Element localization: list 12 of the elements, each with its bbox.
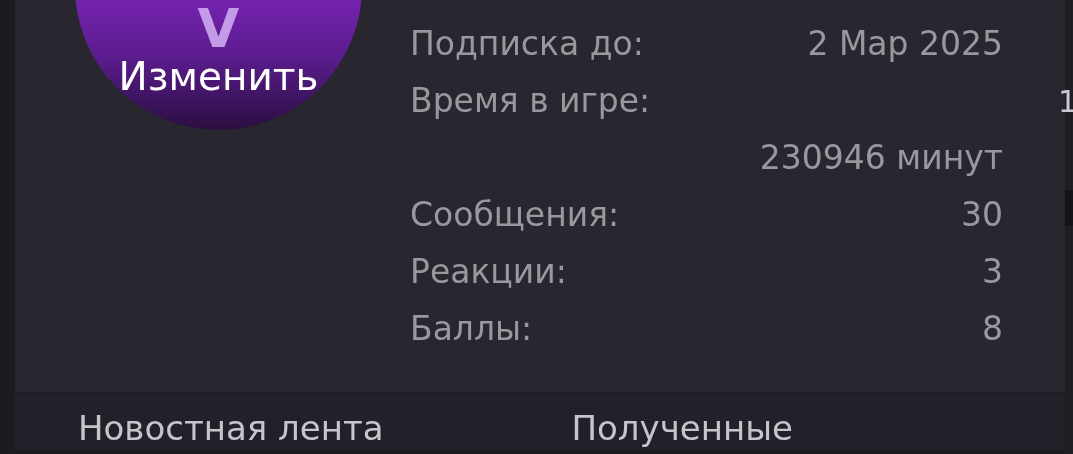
stat-label: Баллы: xyxy=(410,308,533,350)
stat-label: Реакции: xyxy=(410,251,567,293)
stat-value: 230946 минут xyxy=(759,137,1003,179)
stat-value: 3 xyxy=(982,251,1003,293)
stat-label: Подписка до: xyxy=(410,23,644,65)
menu-link[interactable]: Новостная лента xyxy=(78,406,572,450)
stat-value: 2 Мар 2025 xyxy=(807,23,1003,65)
stat-label: Сообщения: xyxy=(410,194,620,236)
stat-value: 30 xyxy=(961,194,1003,236)
stat-value: 8 xyxy=(982,308,1003,350)
menu-link[interactable]: Полученные xyxy=(571,406,1065,450)
stat-label: Время в игре: xyxy=(410,80,652,122)
